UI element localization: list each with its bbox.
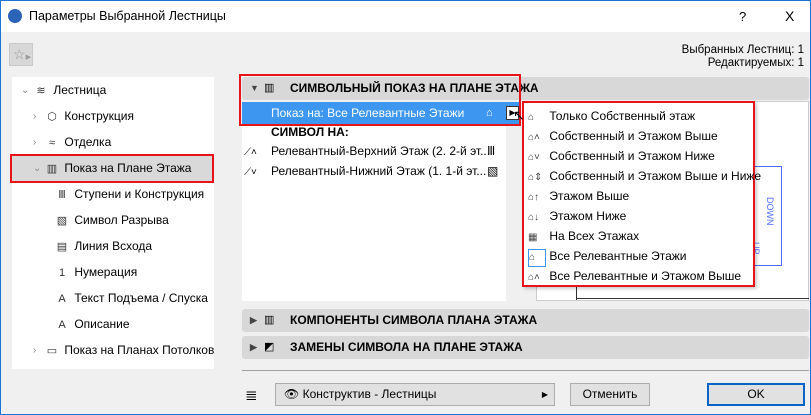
triangle-right-icon: ▶: [250, 342, 257, 352]
floor-plan-icon: ▥: [264, 314, 275, 326]
lower-story-icon: ⟋˅: [244, 167, 257, 178]
window-title: Параметры Выбранной Лестницы: [29, 9, 226, 23]
tree-item-description[interactable]: A Описание: [53, 314, 129, 334]
floor-plan-icon: ▥: [46, 163, 58, 175]
symbol-row-lower[interactable]: ⟋˅ Релевантный-Нижний Этаж (1. 1-й эт...…: [244, 164, 498, 178]
chevron-down-icon[interactable]: ⌄: [33, 163, 41, 174]
chevron-right-icon[interactable]: ›: [33, 345, 36, 356]
relevant-above-icon: ⌂˄: [528, 272, 540, 283]
menu-item-all-stories[interactable]: ▦ На Всех Этажах: [528, 226, 639, 246]
text-icon: A: [58, 293, 66, 305]
story-above-below-icon: ⌂⇕: [528, 172, 543, 183]
menu-item-own-story[interactable]: ⌂ Только Собственный этаж: [528, 106, 695, 126]
structure-icon: ⬡: [47, 111, 57, 123]
treads-icon: Ⅲ: [487, 144, 496, 158]
menu-item-all-relevant[interactable]: ⌂ Все Релевантные Этажи: [528, 246, 686, 267]
walking-line-icon: ▤: [56, 241, 68, 253]
settings-tree: ⌄ ≋ Лестница › ⬡ Конструкция › ≈ Отделка…: [10, 77, 215, 369]
relevant-stories-icon: ⌂: [528, 249, 546, 267]
ceiling-plan-icon: ▭: [46, 345, 58, 357]
menu-item-above[interactable]: ⌂↑ Этажом Выше: [528, 186, 629, 206]
eye-icon: 👁: [284, 387, 300, 401]
editable-count: Редактируемых: 1: [707, 57, 804, 69]
own-story-icon: ⌂: [528, 112, 535, 123]
tree-item-stair[interactable]: ≋ Лестница: [32, 80, 106, 100]
section-symbol-components[interactable]: ▶ ▥ КОМПОНЕНТЫ СИМВОЛА ПЛАНА ЭТАЖА: [242, 309, 809, 332]
cancel-button[interactable]: Отменить: [570, 383, 650, 406]
chevron-right-icon[interactable]: ›: [33, 137, 36, 148]
stair-icon: ≋: [36, 85, 46, 97]
upper-story-icon: ⟋˄: [244, 147, 257, 158]
symbol-row-upper[interactable]: ⟋˄ Релевантный-Верхний Этаж (2. 2-й эт..…: [244, 144, 495, 158]
tree-item-text[interactable]: A Текст Подъема / Спуска: [53, 288, 208, 308]
layer-dropdown[interactable]: 👁 Конструктив - Лестницы ▶: [275, 383, 555, 406]
finish-icon: ≈: [48, 137, 56, 149]
title-bar: Параметры Выбранной Лестницы ? X: [1, 1, 810, 32]
tree-item-finish[interactable]: ≈ Отделка: [43, 132, 111, 152]
tree-item-walking-line[interactable]: ▤ Линия Всхода: [53, 236, 152, 256]
menu-item-relevant-and-above[interactable]: ⌂˄ Все Релевантные и Этажом Выше: [528, 266, 741, 286]
tree-item-numbering[interactable]: 1 Нумерация: [53, 262, 137, 282]
layer-icon: ≣: [245, 387, 258, 404]
tree-item-treads[interactable]: Ⅲ Ступени и Конструкция: [53, 184, 204, 204]
story-below-icon: ⌂˅: [528, 152, 540, 163]
one-below-icon: ⌂↓: [528, 212, 540, 223]
override-icon: ◩: [264, 341, 275, 353]
show-on-menu: ⌂ Только Собственный этаж ⌂˄ Собственный…: [522, 101, 761, 287]
triangle-right-icon: ▶: [250, 315, 257, 325]
triangle-right-icon: ▶: [541, 390, 548, 399]
menu-item-own-and-below[interactable]: ⌂˅ Собственный и Этажом Ниже: [528, 146, 715, 166]
dialog-window: Параметры Выбранной Лестницы ? X ☆▶ Выбр…: [0, 0, 811, 415]
one-above-icon: ⌂↑: [528, 192, 540, 203]
treads-icon: Ⅲ: [58, 189, 66, 201]
star-icon: ☆: [13, 46, 26, 62]
break-mark-icon: ▧: [487, 164, 499, 178]
selected-count: Выбранных Лестниц: 1: [681, 44, 804, 56]
all-stories-icon: ▦: [528, 232, 538, 243]
tree-item-ceiling-plan[interactable]: ▭ Показ на Планах Потолков: [43, 340, 215, 360]
ok-button[interactable]: OK: [707, 383, 805, 406]
numbering-icon: 1: [58, 267, 66, 279]
tree-item-break-mark[interactable]: ▧ Символ Разрыва: [53, 210, 169, 230]
mouse-cursor-icon: ↖: [513, 107, 525, 123]
tree-item-structure[interactable]: ⬡ Конструкция: [43, 106, 134, 126]
symbol-on-label: СИМВОЛ НА:: [271, 125, 349, 139]
menu-item-own-and-above[interactable]: ⌂˄ Собственный и Этажом Выше: [528, 126, 718, 146]
chevron-down-icon[interactable]: ⌄: [21, 85, 29, 96]
menu-item-below[interactable]: ⌂↓ Этажом Ниже: [528, 206, 626, 226]
selection-info: Выбранных Лестниц: 1 Редактируемых: 1: [682, 44, 804, 70]
text-icon: A: [58, 319, 66, 331]
close-button[interactable]: X: [785, 8, 794, 24]
tree-item-floor-plan[interactable]: ▥ Показ на Плане Этажа: [43, 158, 192, 178]
section-symbol-overrides[interactable]: ▶ ◩ ЗАМЕНЫ СИМВОЛА НА ПЛАНЕ ЭТАЖА: [242, 336, 809, 359]
favorites-button[interactable]: ☆▶: [9, 43, 33, 66]
chevron-right-icon[interactable]: ›: [33, 111, 36, 122]
app-logo-icon: [8, 9, 22, 23]
break-mark-icon: ▧: [56, 215, 68, 227]
help-button[interactable]: ?: [739, 9, 746, 24]
menu-item-own-above-below[interactable]: ⌂⇕ Собственный и Этажом Выше и Ниже: [528, 166, 761, 186]
story-above-icon: ⌂˄: [528, 132, 540, 143]
divider: [242, 370, 809, 371]
highlight-box: [239, 74, 521, 126]
